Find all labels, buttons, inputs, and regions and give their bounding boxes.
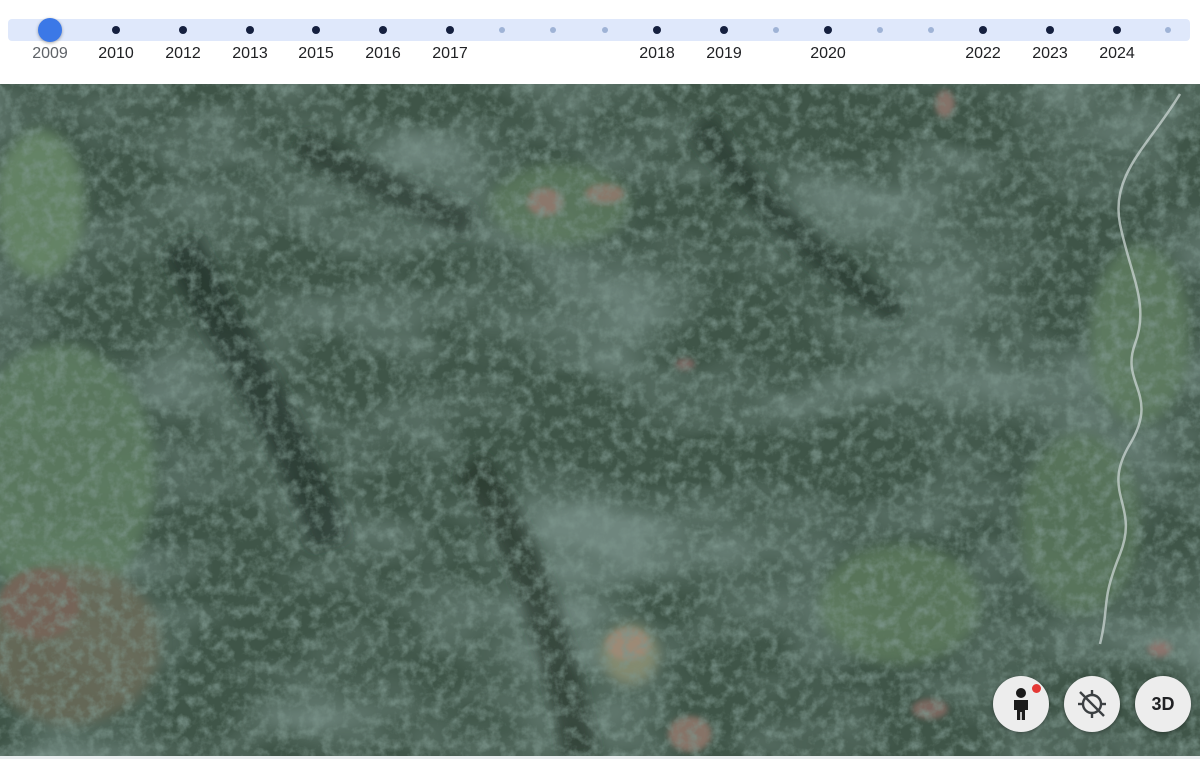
pegman-icon	[1014, 688, 1028, 720]
timeline-mark-2013[interactable]	[246, 26, 254, 34]
year-label[interactable]: 2013	[220, 45, 280, 63]
timeline-mark-2024[interactable]	[1113, 26, 1121, 34]
timeline-mark-2016[interactable]	[379, 26, 387, 34]
satellite-imagery	[0, 84, 1200, 756]
timeline-mark-unlabeled[interactable]	[550, 27, 556, 33]
compass-reset-icon	[1078, 690, 1106, 718]
year-label[interactable]: 2016	[353, 45, 413, 63]
tilt-3d-label: 3D	[1151, 693, 1175, 714]
timeline-mark-2012[interactable]	[179, 26, 187, 34]
timeline-mark-2017[interactable]	[446, 26, 454, 34]
timeline-mark-2022[interactable]	[979, 26, 987, 34]
timeline-mark-2010[interactable]	[112, 26, 120, 34]
timeline-mark-2015[interactable]	[312, 26, 320, 34]
tilt-3d-button[interactable]: 3D	[1135, 676, 1191, 732]
timeline-mark-2019[interactable]	[720, 26, 728, 34]
year-label[interactable]: 2023	[1020, 45, 1080, 63]
timeline-mark-unlabeled[interactable]	[928, 27, 934, 33]
timeline-mark-unlabeled[interactable]	[773, 27, 779, 33]
timeline-mark-unlabeled[interactable]	[499, 27, 505, 33]
timeline-mark-unlabeled[interactable]	[1165, 27, 1171, 33]
street-view-button[interactable]	[993, 676, 1049, 732]
year-label-selected[interactable]: 2009	[20, 45, 80, 63]
satellite-map[interactable]	[0, 84, 1200, 756]
year-label[interactable]: 2024	[1087, 45, 1147, 63]
year-label[interactable]: 2018	[627, 45, 687, 63]
imagery-timeline: 2009 2010 2012 2013 2015 2016 2017 2018 …	[0, 0, 1200, 84]
timeline-mark-2020[interactable]	[824, 26, 832, 34]
year-label[interactable]: 2010	[86, 45, 146, 63]
timeline-mark-unlabeled[interactable]	[602, 27, 608, 33]
year-label[interactable]: 2012	[153, 45, 213, 63]
year-label[interactable]: 2022	[953, 45, 1013, 63]
year-label[interactable]: 2019	[694, 45, 754, 63]
year-label[interactable]: 2017	[420, 45, 480, 63]
timeline-slider-handle[interactable]	[38, 18, 62, 42]
timeline-mark-unlabeled[interactable]	[877, 27, 883, 33]
timeline-mark-2023[interactable]	[1046, 26, 1054, 34]
year-label[interactable]: 2020	[798, 45, 858, 63]
year-label[interactable]: 2015	[286, 45, 346, 63]
timeline-mark-2018[interactable]	[653, 26, 661, 34]
compass-reset-button[interactable]	[1064, 676, 1120, 732]
street-view-badge	[1032, 684, 1041, 693]
